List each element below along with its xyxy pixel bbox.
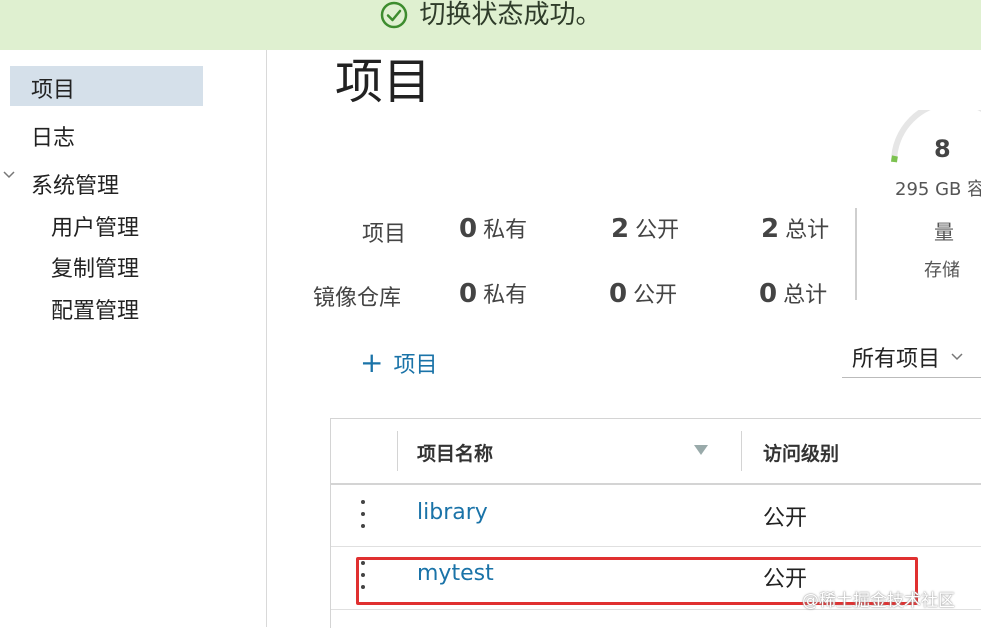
plus-icon: + [360,346,384,379]
sidebar-item-system-admin[interactable]: 系统管理 [31,168,119,200]
stat-projects-total: 2 总计 [761,214,830,244]
filter-icon[interactable] [694,445,708,455]
column-header-project-name[interactable]: 项目名称 [417,439,493,466]
add-project-label: 项目 [393,353,438,378]
chevron-down-icon [951,353,963,361]
sidebar: 项目 日志 系统管理 用户管理 复制管理 配置管理 [0,50,267,627]
watermark: @稀土掘金技术社区 [802,591,955,611]
project-name-link[interactable]: library [417,500,488,525]
storage-label-quantity: 量 [934,220,954,244]
stat-repos-public: 0 公开 [609,279,678,309]
sidebar-item-replication-management[interactable]: 复制管理 [51,251,139,283]
check-circle-icon [381,1,408,29]
table-row: library 公开 [331,484,981,547]
sidebar-item-logs[interactable]: 日志 [31,120,75,152]
add-project-button[interactable]: + 项目 [360,347,437,379]
filter-value: 所有项目 [852,347,941,372]
stat-label-projects: 项目 [362,222,407,247]
stat-repos-private: 0 私有 [459,279,528,309]
chevron-down-icon[interactable] [2,168,16,182]
storage-value: 8 [934,135,951,163]
storage-capacity: 295 GB 容 [895,179,981,200]
row-actions-icon[interactable] [359,500,367,528]
sidebar-item-user-management[interactable]: 用户管理 [51,210,139,242]
success-banner: 切换状态成功。 [0,0,981,50]
stats-divider [855,208,857,300]
storage-label-storage: 存储 [924,260,960,281]
access-level: 公开 [763,506,808,531]
stat-projects-public: 2 公开 [611,214,680,244]
banner-message: 切换状态成功。 [419,0,602,30]
project-filter-select[interactable]: 所有项目 [842,337,981,378]
column-separator[interactable] [741,431,742,471]
column-header-access-level[interactable]: 访问级别 [763,439,839,466]
sidebar-item-projects[interactable]: 项目 [31,72,75,104]
table-header: 项目名称 访问级别 [331,419,981,485]
column-separator [397,431,398,471]
storage-gauge [891,110,981,163]
sidebar-item-configuration-management[interactable]: 配置管理 [51,293,139,325]
stat-projects-private: 0 私有 [459,214,528,244]
stat-label-repositories: 镜像仓库 [313,286,402,311]
stat-repos-total: 0 总计 [759,279,828,309]
page-title: 项目 [335,54,432,110]
